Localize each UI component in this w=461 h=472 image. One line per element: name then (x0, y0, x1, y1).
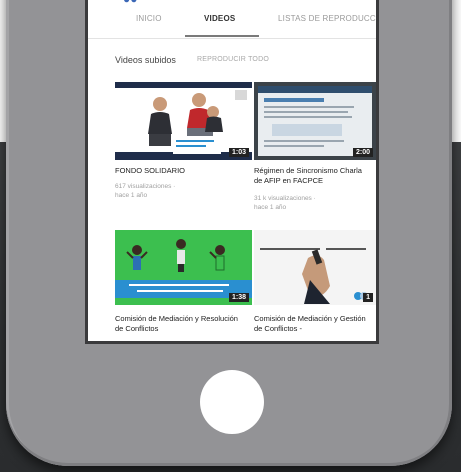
video-meta-date-1: hace 1 año (115, 192, 148, 199)
active-tab-indicator (185, 35, 259, 37)
home-button[interactable] (200, 370, 264, 434)
video-title-1[interactable]: FONDO SOLIDARIO (115, 166, 245, 176)
section-title: Videos subidos (115, 55, 176, 65)
video-duration-3: 1:38 (228, 293, 249, 302)
tab-listas[interactable]: LISTAS DE REPRODUCC (278, 14, 376, 23)
video-title-4[interactable]: Comisión de Mediación y Gestión de Confl… (254, 314, 372, 333)
video-thumbnail-1[interactable]: 1:03 (115, 82, 252, 160)
video-thumbnail-3[interactable]: 1:38 (115, 230, 252, 305)
play-all-button[interactable]: REPRODUCIR TODO (197, 56, 269, 63)
channel-tabs: ●● INICIO VIDEOS LISTAS DE REPRODUCC (88, 0, 376, 39)
video-duration-4: 1 (363, 293, 373, 302)
video-thumbnail-4[interactable]: 1 (254, 230, 376, 305)
video-duration-1: 1:03 (228, 148, 249, 157)
video-duration-2: 2:00 (352, 148, 373, 157)
phone-screen: ●● INICIO VIDEOS LISTAS DE REPRODUCC Vid… (88, 0, 376, 341)
video-meta-views-2: 31 k visualizaciones · (254, 195, 316, 202)
thumbnail-illustration-4 (260, 248, 368, 304)
video-title-3[interactable]: Comisión de Mediación y Resolución de Co… (115, 314, 245, 333)
video-thumbnail-2[interactable]: 2:00 (254, 82, 376, 160)
tab-inicio[interactable]: INICIO (136, 14, 162, 23)
channel-logo-icon: ●● (123, 0, 153, 6)
tab-videos[interactable]: VIDEOS (204, 14, 235, 23)
video-title-2[interactable]: Régimen de Sincronismo Charla de AFIP en… (254, 166, 372, 185)
video-meta-date-2: hace 1 año (254, 204, 287, 211)
video-meta-views-1: 617 visualizaciones · (115, 183, 176, 190)
